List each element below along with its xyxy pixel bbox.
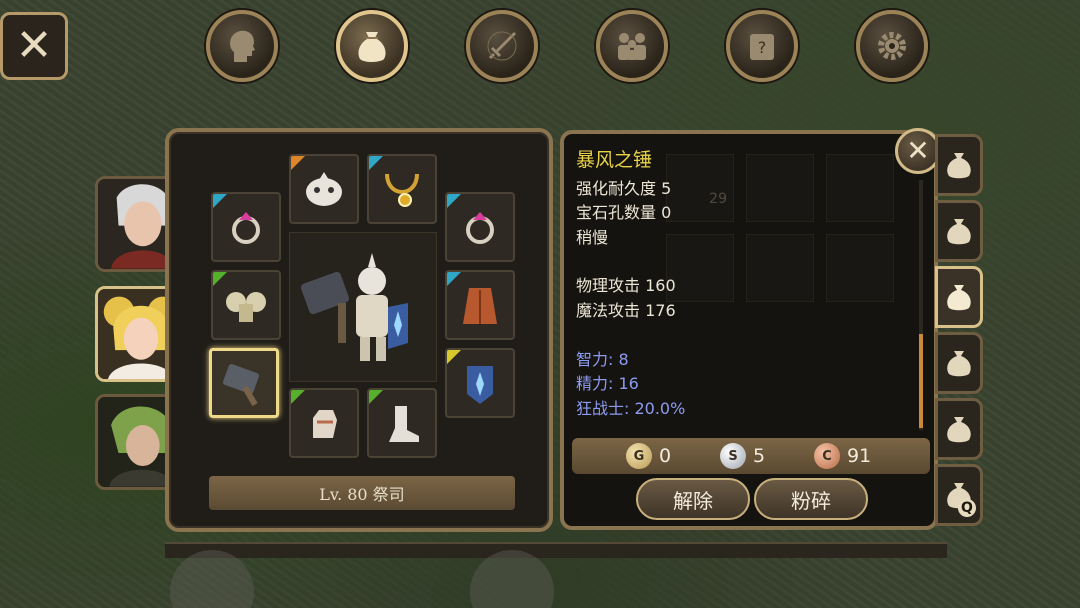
slot-helmet[interactable] bbox=[289, 154, 359, 224]
scrollbar-thumb[interactable] bbox=[919, 334, 923, 428]
fish-helmet-icon bbox=[306, 172, 342, 206]
tab-inventory[interactable] bbox=[336, 10, 408, 82]
bag-tab-4[interactable] bbox=[935, 332, 983, 394]
slot-ring-left[interactable] bbox=[211, 192, 281, 262]
character-preview bbox=[289, 232, 437, 382]
item-detail-panel: 29 暴风之锤 强化耐久度 5 宝石孔数量 0 稍慢 物理攻击 160 魔法攻击… bbox=[560, 130, 938, 530]
rarity-corner bbox=[213, 194, 227, 208]
tab-skills[interactable] bbox=[466, 10, 538, 82]
quest-badge: Q bbox=[958, 499, 976, 517]
bag-tab-5[interactable] bbox=[935, 398, 983, 460]
slot-gloves[interactable] bbox=[289, 388, 359, 458]
bag-icon bbox=[947, 351, 971, 377]
rarity-corner bbox=[291, 390, 305, 404]
cape-icon bbox=[463, 288, 497, 324]
slot-shoulder[interactable] bbox=[211, 270, 281, 340]
slot-shield[interactable] bbox=[445, 348, 515, 418]
ring-icon bbox=[466, 212, 494, 244]
tab-settings[interactable] bbox=[856, 10, 928, 82]
bag-tab-3[interactable] bbox=[935, 266, 983, 328]
item-attack-line: 物理攻击 160 bbox=[576, 276, 676, 296]
item-detail-text: 暴风之锤 强化耐久度 5 宝石孔数量 0 稍慢 物理攻击 160 魔法攻击 17… bbox=[576, 148, 906, 421]
bag-icon bbox=[358, 32, 386, 62]
shield-icon bbox=[467, 366, 493, 404]
item-stat-line: 宝石孔数量 0 bbox=[576, 203, 672, 223]
rarity-corner bbox=[369, 156, 383, 170]
rarity-corner bbox=[213, 272, 227, 286]
rarity-corner bbox=[447, 194, 461, 208]
close-button[interactable]: ✕ bbox=[0, 12, 68, 80]
copper-coin-icon: C bbox=[814, 443, 840, 469]
tab-party[interactable] bbox=[596, 10, 668, 82]
equipment-panel: Lv. 80 祭司 bbox=[165, 128, 553, 532]
gold-amount: 0 bbox=[659, 445, 672, 467]
tab-profile[interactable] bbox=[206, 10, 278, 82]
copper-amount: 91 bbox=[847, 445, 872, 467]
item-bonus-line: 智力: 8 bbox=[576, 349, 629, 369]
level-class-label: Lv. 80 祭司 bbox=[209, 476, 515, 510]
rarity-corner bbox=[291, 156, 305, 170]
bag-tab-2[interactable] bbox=[935, 200, 983, 262]
tab-quest[interactable]: ? bbox=[726, 10, 798, 82]
boots-icon bbox=[389, 406, 419, 442]
gear-icon bbox=[878, 32, 906, 60]
item-stat-line: 稍慢 bbox=[576, 227, 609, 247]
item-bonus-line: 狂战士: 20.0% bbox=[576, 398, 686, 418]
head-icon bbox=[230, 30, 255, 62]
unequip-button[interactable]: 解除 bbox=[636, 478, 750, 520]
price-bar: G 0 S 5 C 91 bbox=[572, 438, 930, 474]
bag-icon bbox=[947, 153, 971, 179]
priest-character-icon bbox=[300, 253, 408, 361]
item-attack-line: 魔法攻击 176 bbox=[576, 300, 676, 320]
bag-icon bbox=[947, 285, 971, 311]
bag-icon bbox=[947, 219, 971, 245]
shoulder-armor-icon bbox=[226, 292, 266, 322]
gloves-icon bbox=[313, 410, 337, 438]
rarity-corner bbox=[369, 390, 383, 404]
silver-price: S 5 bbox=[720, 443, 814, 469]
slot-boots[interactable] bbox=[367, 388, 437, 458]
item-stat-line: 强化耐久度 5 bbox=[576, 178, 672, 198]
scroll-icon: ? bbox=[750, 34, 774, 60]
slot-ring-right[interactable] bbox=[445, 192, 515, 262]
slot-weapon-selected[interactable] bbox=[209, 348, 279, 418]
item-name: 暴风之锤 bbox=[576, 149, 653, 171]
gold-price: G 0 bbox=[626, 443, 720, 469]
slot-necklace[interactable] bbox=[367, 154, 437, 224]
hammer-icon bbox=[223, 364, 259, 407]
copper-price: C 91 bbox=[814, 443, 908, 469]
party-icon bbox=[618, 33, 646, 60]
item-bonus-line: 精力: 16 bbox=[576, 374, 639, 394]
ring-icon bbox=[232, 212, 260, 244]
silver-amount: 5 bbox=[753, 445, 766, 467]
smash-button[interactable]: 粉碎 bbox=[754, 478, 868, 520]
svg-text:?: ? bbox=[758, 38, 767, 57]
bag-tab-1[interactable] bbox=[935, 134, 983, 196]
bag-tab-quest[interactable]: Q bbox=[935, 464, 983, 526]
sword-icon bbox=[487, 31, 517, 61]
silver-coin-icon: S bbox=[720, 443, 746, 469]
necklace-icon bbox=[385, 173, 419, 207]
bag-icon bbox=[947, 417, 971, 443]
slot-cape[interactable] bbox=[445, 270, 515, 340]
gold-coin-icon: G bbox=[626, 443, 652, 469]
rarity-corner bbox=[447, 272, 461, 286]
rarity-corner bbox=[447, 350, 461, 364]
bottom-bar bbox=[165, 542, 947, 558]
